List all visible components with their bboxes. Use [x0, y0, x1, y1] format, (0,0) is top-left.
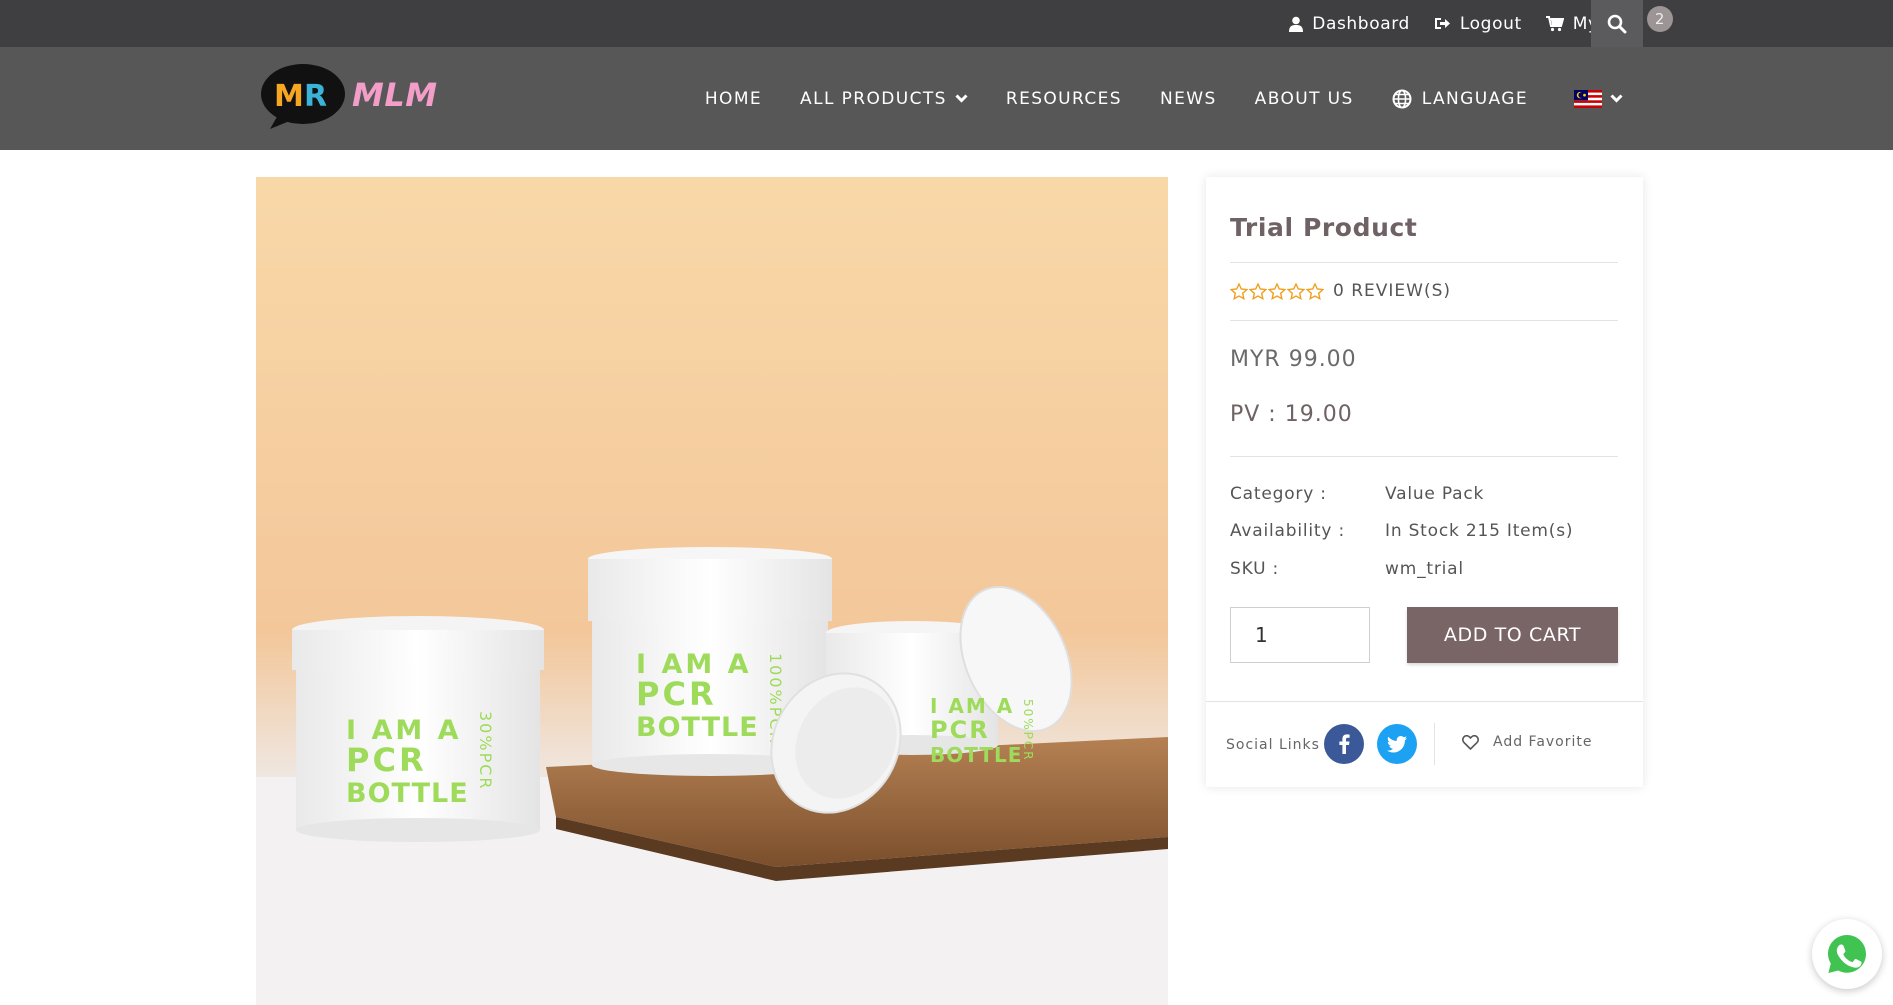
malaysia-flag-icon [1574, 89, 1602, 108]
divider [1230, 456, 1618, 457]
facebook-icon [1339, 734, 1350, 754]
nav-all-products[interactable]: ALL PRODUCTS [800, 89, 968, 109]
logo-mark-r: R [304, 79, 327, 114]
chevron-down-icon [955, 94, 968, 103]
cart-icon [1545, 15, 1564, 31]
product-image[interactable]: I AM A PCR BOTTLE 30%PCR I AM A PCR BOTT… [256, 177, 1168, 1005]
divider [1206, 701, 1643, 702]
logo-mark-m: M [274, 79, 304, 114]
account-links: Dashboard Logout My Cart 2 [1265, 0, 1673, 47]
nav-news-label: NEWS [1160, 88, 1217, 109]
nav-home-label: HOME [704, 88, 763, 109]
availability-label: Availability : [1230, 521, 1345, 541]
star-icon [1249, 282, 1267, 300]
nav-language-label: LANGUAGE [1421, 88, 1528, 109]
search-icon [1607, 14, 1627, 33]
sku-value: wm_trial [1385, 559, 1464, 579]
jar-right-line-1: I AM A [930, 694, 1014, 718]
jar-middle-line-3: BOTTLE [636, 712, 759, 743]
star-icon [1268, 282, 1286, 300]
heart-icon [1462, 734, 1479, 750]
sign-out-icon [1434, 18, 1450, 29]
nav-home[interactable]: HOME [705, 89, 762, 109]
whatsapp-icon [1828, 935, 1866, 973]
logo-bubble: M R [260, 63, 346, 129]
info-row-availability: Availability : In Stock 215 Item(s) [1230, 521, 1573, 541]
jar-left-pcr: 30%PCR [476, 711, 495, 791]
top-bar: Dashboard Logout My Cart 2 [0, 0, 1893, 47]
cart-count-badge: 2 [1647, 5, 1673, 32]
category-label: Category : [1230, 484, 1327, 504]
nav-language[interactable]: LANGUAGE [1392, 89, 1528, 109]
logout-link[interactable]: Logout [1434, 14, 1522, 34]
nav-news[interactable]: NEWS [1160, 89, 1217, 109]
primary-nav: HOME ALL PRODUCTS RESOURCES NEWS ABOUT U… [667, 47, 1623, 150]
quantity-input[interactable]: 1 [1230, 607, 1370, 663]
star-icon [1230, 282, 1248, 300]
country-flag-dropdown[interactable] [1566, 89, 1623, 108]
info-row-category: Category : Value Pack [1230, 484, 1484, 504]
rating-stars [1230, 282, 1325, 300]
site-logo[interactable]: M R MLM [260, 63, 438, 129]
nav-all-products-label: ALL PRODUCTS [800, 88, 947, 109]
nav-about-label: ABOUT US [1254, 88, 1354, 109]
star-icon [1306, 282, 1324, 300]
product-details-card: Trial Product 0 REVIEW(S) MYR 99.00 PV :… [1206, 177, 1643, 787]
product-title: Trial Product [1230, 213, 1418, 242]
product-pv: PV : 19.00 [1230, 402, 1353, 427]
add-favorite-button[interactable]: Add Favorite [1462, 734, 1593, 750]
category-value: Value Pack [1385, 484, 1485, 504]
nav-about-us[interactable]: ABOUT US [1255, 89, 1354, 109]
user-icon [1289, 16, 1304, 32]
jar-right-pcr: 50%PCR [1021, 699, 1035, 762]
twitter-share-button[interactable] [1377, 724, 1417, 764]
divider [1434, 723, 1435, 765]
star-icon [1287, 282, 1305, 300]
sku-label: SKU : [1230, 559, 1280, 579]
jar-left-line-3: BOTTLE [346, 778, 469, 809]
add-favorite-label: Add Favorite [1493, 734, 1593, 750]
jar-middle-line-2: PCR [636, 675, 717, 713]
search-button[interactable] [1591, 0, 1643, 47]
availability-value: In Stock 215 Item(s) [1385, 521, 1574, 541]
review-count: 0 REVIEW(S) [1333, 281, 1452, 301]
nav-resources-label: RESOURCES [1005, 88, 1122, 109]
divider [1230, 320, 1618, 321]
nav-resources[interactable]: RESOURCES [1006, 89, 1122, 109]
product-rating[interactable]: 0 REVIEW(S) [1230, 281, 1451, 301]
info-row-sku: SKU : wm_trial [1230, 559, 1464, 579]
jar-right-line-2: PCR [930, 716, 990, 744]
add-to-cart-button[interactable]: ADD TO CART [1407, 607, 1618, 663]
facebook-share-button[interactable] [1324, 724, 1364, 764]
dashboard-label: Dashboard [1312, 13, 1410, 34]
logo-text: MLM [352, 76, 438, 114]
divider [1230, 262, 1618, 263]
chevron-down-icon [1610, 94, 1623, 103]
social-links-label: Social Links [1226, 737, 1320, 753]
whatsapp-chat-button[interactable] [1812, 919, 1882, 989]
globe-icon [1392, 89, 1412, 108]
dashboard-link[interactable]: Dashboard [1289, 14, 1410, 34]
product-price: MYR 99.00 [1230, 347, 1357, 372]
jar-left-line-2: PCR [346, 741, 427, 779]
logout-label: Logout [1459, 13, 1522, 34]
main-navbar: M R MLM HOME ALL PRODUCTS RESOURCES NEWS… [0, 47, 1893, 150]
twitter-icon [1387, 735, 1407, 752]
jar-right-line-3: BOTTLE [930, 743, 1022, 767]
